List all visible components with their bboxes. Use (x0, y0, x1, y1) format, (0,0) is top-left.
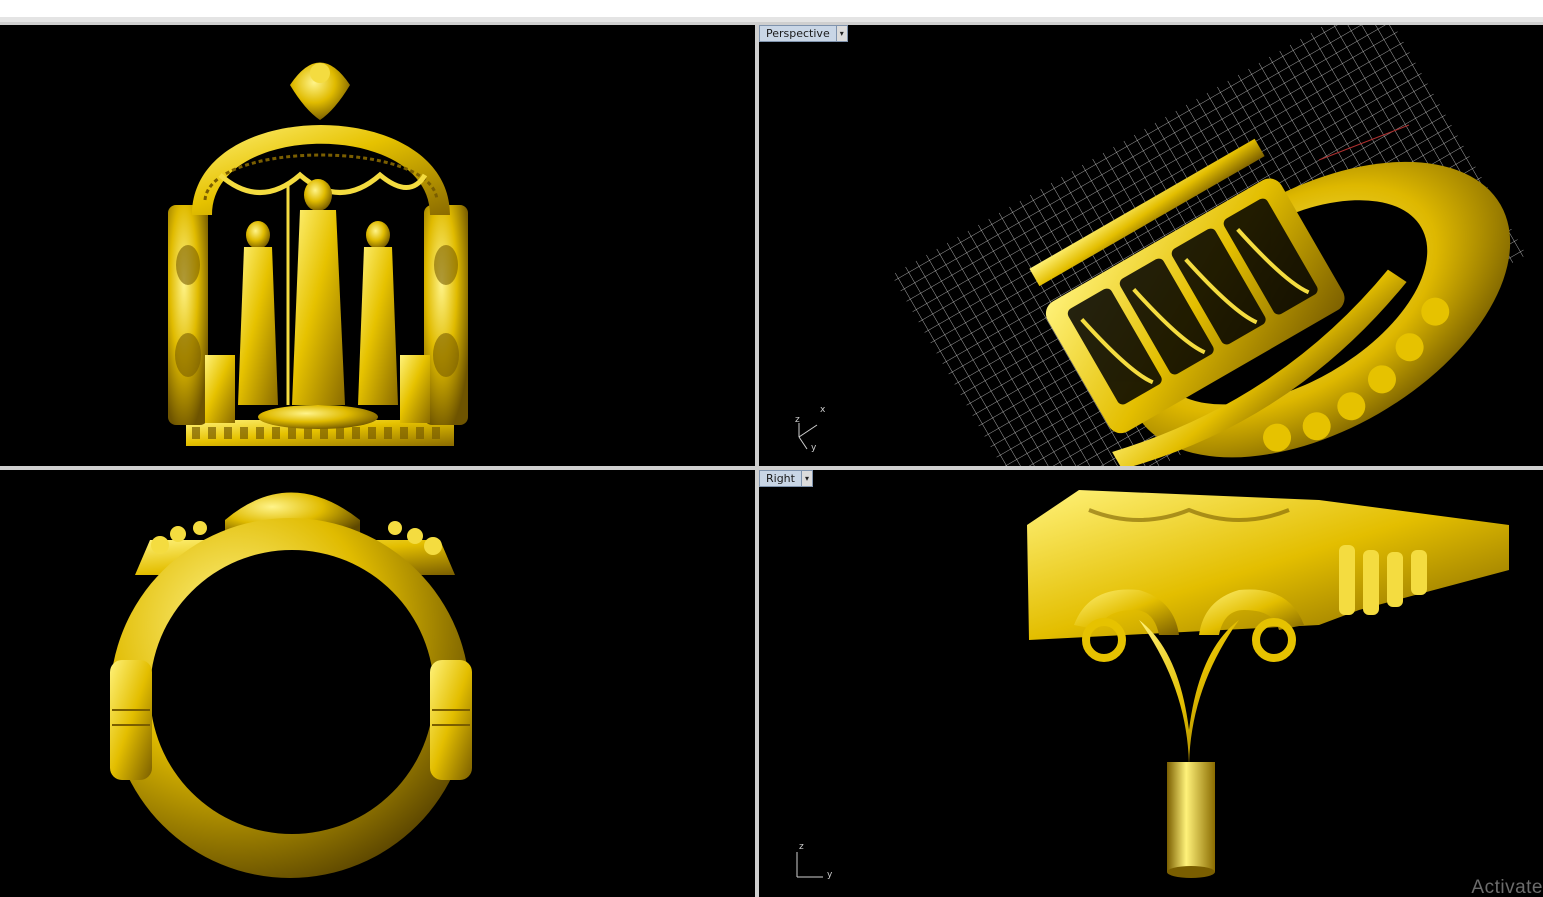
windows-activation-watermark: Activate (1471, 877, 1543, 897)
right-view-render (1027, 490, 1509, 878)
ring-front-render (110, 492, 472, 878)
axis-label-x: x (820, 405, 826, 415)
right-viewport-tab[interactable]: Right ▾ (759, 470, 813, 487)
viewport-menu-arrow-icon[interactable]: ▾ (801, 470, 813, 487)
front-panel-render (168, 62, 468, 446)
viewport-title[interactable]: Right (759, 470, 802, 487)
viewport-title[interactable]: Perspective (759, 25, 837, 42)
viewport-bottom-left[interactable] (0, 470, 755, 897)
window-top-bar (0, 0, 1543, 17)
axis-label-y: y (811, 443, 817, 453)
perspective-render (891, 25, 1527, 466)
axis-widget-icon (796, 852, 823, 878)
axis-label-z: z (799, 842, 804, 852)
viewport-perspective[interactable]: Perspective ▾ x y z (759, 25, 1543, 466)
axis-label-z: z (795, 415, 800, 425)
axis-label-y: y (827, 870, 833, 880)
viewport-menu-arrow-icon[interactable]: ▾ (836, 25, 848, 42)
viewport-top-left[interactable] (0, 25, 755, 466)
perspective-viewport-tab[interactable]: Perspective ▾ (759, 25, 848, 42)
viewport-right[interactable]: Right ▾ z y Activate (759, 470, 1543, 897)
